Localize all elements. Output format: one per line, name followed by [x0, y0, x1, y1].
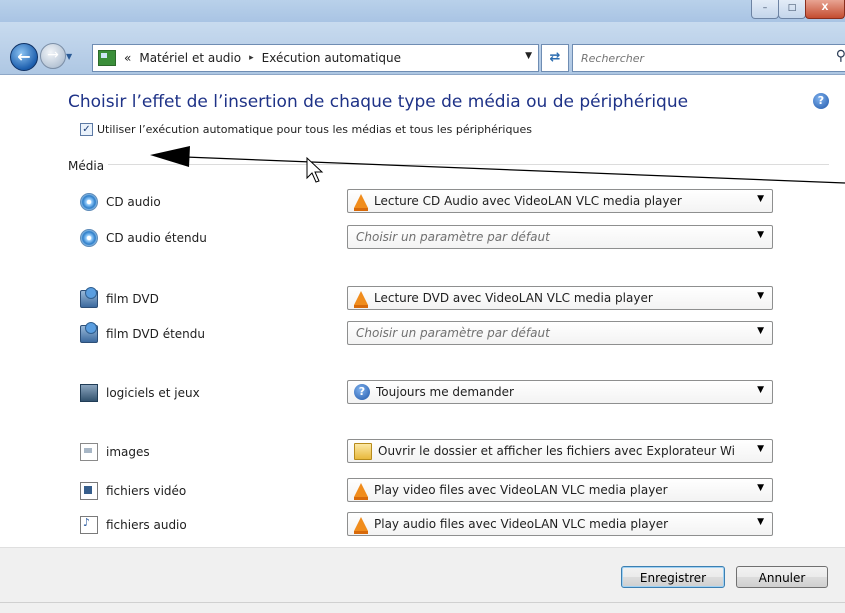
address-bar[interactable]: « Matériel et audio ▸ Exécution automati…: [92, 44, 539, 72]
media-label: film DVD étendu: [106, 327, 205, 341]
audio-file-icon: [80, 516, 98, 534]
search-input[interactable]: [579, 50, 813, 66]
enhanced-cd-icon: [80, 229, 98, 247]
recent-pages-dropdown-icon[interactable]: ▼: [66, 52, 72, 61]
section-label-media: Média: [68, 159, 109, 173]
enhanced-dvd-action-select[interactable]: Choisir un paramètre par défaut ▼: [347, 321, 773, 345]
select-value: Toujours me demander: [376, 385, 514, 399]
dropdown-arrow-icon[interactable]: ▼: [757, 230, 764, 240]
dvd-movie-icon: [80, 287, 98, 308]
minimize-button[interactable]: –: [751, 0, 779, 19]
search-icon[interactable]: ⚲: [836, 48, 845, 64]
select-value: Lecture DVD avec VideoLAN VLC media play…: [374, 291, 653, 305]
use-autoplay-label[interactable]: Utiliser l’exécution automatique pour to…: [97, 123, 532, 136]
breadcrumb-materiel-audio[interactable]: Matériel et audio: [139, 51, 241, 65]
section-divider: [68, 164, 829, 165]
software-games-action-select[interactable]: ? Toujours me demander ▼: [347, 380, 773, 404]
enhanced-dvd-icon: [80, 322, 98, 343]
close-button[interactable]: X: [805, 0, 845, 19]
dialog-footer: Enregistrer Annuler: [0, 547, 845, 613]
caption-buttons: – □ X: [751, 0, 845, 20]
media-label: fichiers vidéo: [106, 484, 187, 498]
breadcrumb-overflow[interactable]: «: [124, 51, 131, 65]
maximize-button[interactable]: □: [778, 0, 806, 19]
media-label: CD audio: [106, 195, 161, 209]
cd-audio-action-select[interactable]: Lecture CD Audio avec VideoLAN VLC media…: [347, 189, 773, 213]
vlc-icon: [354, 194, 368, 211]
page-title: Choisir l’effet de l’insertion de chaque…: [68, 92, 689, 112]
vlc-icon: [354, 483, 368, 500]
back-arrow-icon[interactable]: ←: [10, 43, 38, 71]
media-label: CD audio étendu: [106, 231, 207, 245]
folder-icon: [354, 442, 372, 460]
enhanced-cd-action-select[interactable]: Choisir un paramètre par défaut ▼: [347, 225, 773, 249]
use-autoplay-checkbox[interactable]: ✓: [80, 123, 93, 136]
dropdown-arrow-icon[interactable]: ▼: [757, 483, 764, 493]
media-row-video-files: fichiers vidéo Play video files avec Vid…: [80, 478, 780, 502]
select-value: Choisir un paramètre par défaut: [356, 230, 550, 244]
video-file-icon: [80, 482, 98, 500]
use-autoplay-option[interactable]: ✓ Utiliser l’exécution automatique pour …: [80, 123, 532, 136]
address-dropdown-icon[interactable]: ▼: [525, 51, 532, 61]
select-value: Lecture CD Audio avec VideoLAN VLC media…: [374, 194, 682, 208]
media-row-audio-files: fichiers audio Play audio files avec Vid…: [80, 512, 780, 536]
autoplay-settings-panel: ? Choisir l’effet de l’insertion de chaq…: [0, 75, 845, 547]
help-icon[interactable]: ?: [813, 93, 829, 109]
control-panel-icon: [98, 50, 116, 66]
select-value: Play audio files avec VideoLAN VLC media…: [374, 517, 669, 531]
dvd-movie-action-select[interactable]: Lecture DVD avec VideoLAN VLC media play…: [347, 286, 773, 310]
title-bar: – □ X: [0, 0, 845, 22]
question-icon: ?: [354, 384, 370, 400]
breadcrumb-execution-automatique[interactable]: Exécution automatique: [262, 51, 401, 65]
media-label: fichiers audio: [106, 518, 187, 532]
vlc-icon: [354, 291, 368, 308]
dropdown-arrow-icon[interactable]: ▼: [757, 517, 764, 527]
media-row-enhanced-cd: CD audio étendu Choisir un paramètre par…: [80, 225, 780, 249]
navigation-bar: ← → ▼ « Matériel et audio ▸ Exécution au…: [0, 22, 845, 75]
forward-arrow-icon[interactable]: →: [40, 43, 66, 69]
media-row-enhanced-dvd: film DVD étendu Choisir un paramètre par…: [80, 321, 780, 345]
dropdown-arrow-icon[interactable]: ▼: [757, 291, 764, 301]
select-value: Ouvrir le dossier et afficher les fichie…: [378, 444, 735, 458]
vlc-icon: [354, 517, 368, 534]
image-file-icon: [80, 443, 98, 461]
software-games-icon: [80, 384, 98, 402]
select-value: Play video files avec VideoLAN VLC media…: [374, 483, 668, 497]
footer-divider: [0, 602, 845, 603]
media-label: logiciels et jeux: [106, 386, 200, 400]
audio-files-action-select[interactable]: Play audio files avec VideoLAN VLC media…: [347, 512, 773, 536]
media-label: images: [106, 445, 150, 459]
media-label: film DVD: [106, 292, 159, 306]
search-box[interactable]: ⚲: [572, 44, 845, 72]
images-action-select[interactable]: Ouvrir le dossier et afficher les fichie…: [347, 439, 773, 463]
dropdown-arrow-icon[interactable]: ▼: [757, 326, 764, 336]
media-row-software-games: logiciels et jeux ? Toujours me demander…: [80, 380, 780, 404]
dropdown-arrow-icon[interactable]: ▼: [757, 444, 764, 454]
dropdown-arrow-icon[interactable]: ▼: [757, 385, 764, 395]
breadcrumb-separator-icon[interactable]: ▸: [249, 53, 254, 63]
media-row-cd-audio: CD audio Lecture CD Audio avec VideoLAN …: [80, 189, 780, 213]
save-button[interactable]: Enregistrer: [621, 566, 725, 588]
cancel-button[interactable]: Annuler: [736, 566, 828, 588]
dropdown-arrow-icon[interactable]: ▼: [757, 194, 764, 204]
media-row-dvd-movie: film DVD Lecture DVD avec VideoLAN VLC m…: [80, 286, 780, 310]
refresh-icon[interactable]: ⇄: [541, 44, 569, 72]
select-value: Choisir un paramètre par défaut: [356, 326, 550, 340]
media-row-images: images Ouvrir le dossier et afficher les…: [80, 439, 780, 463]
video-files-action-select[interactable]: Play video files avec VideoLAN VLC media…: [347, 478, 773, 502]
audio-cd-icon: [80, 193, 98, 211]
